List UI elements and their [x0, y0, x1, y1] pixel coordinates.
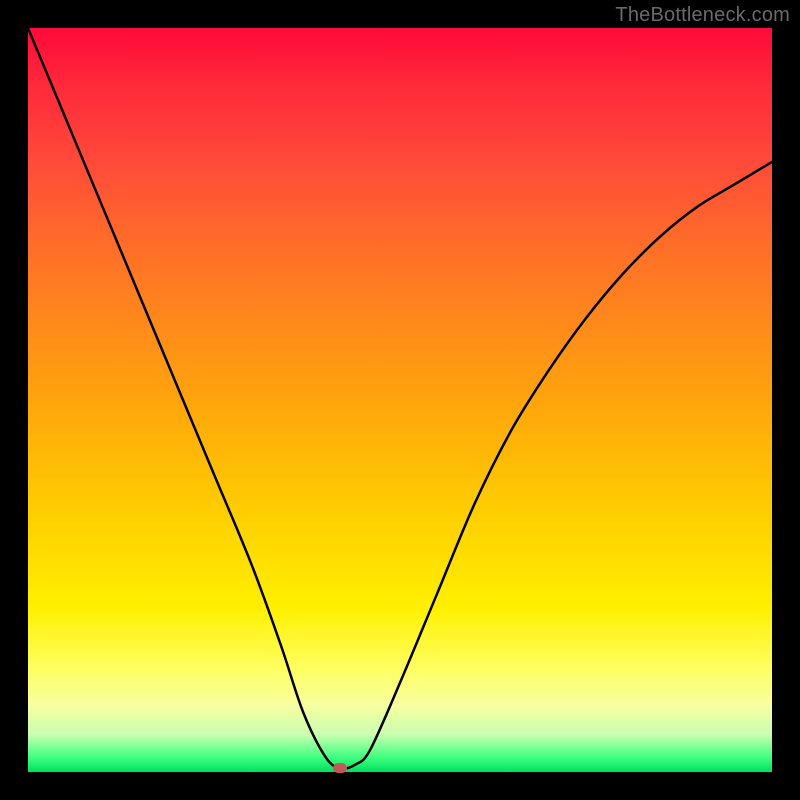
watermark-text: TheBottleneck.com	[615, 4, 790, 27]
bottleneck-curve	[28, 28, 772, 772]
chart-plot-area	[28, 28, 772, 772]
